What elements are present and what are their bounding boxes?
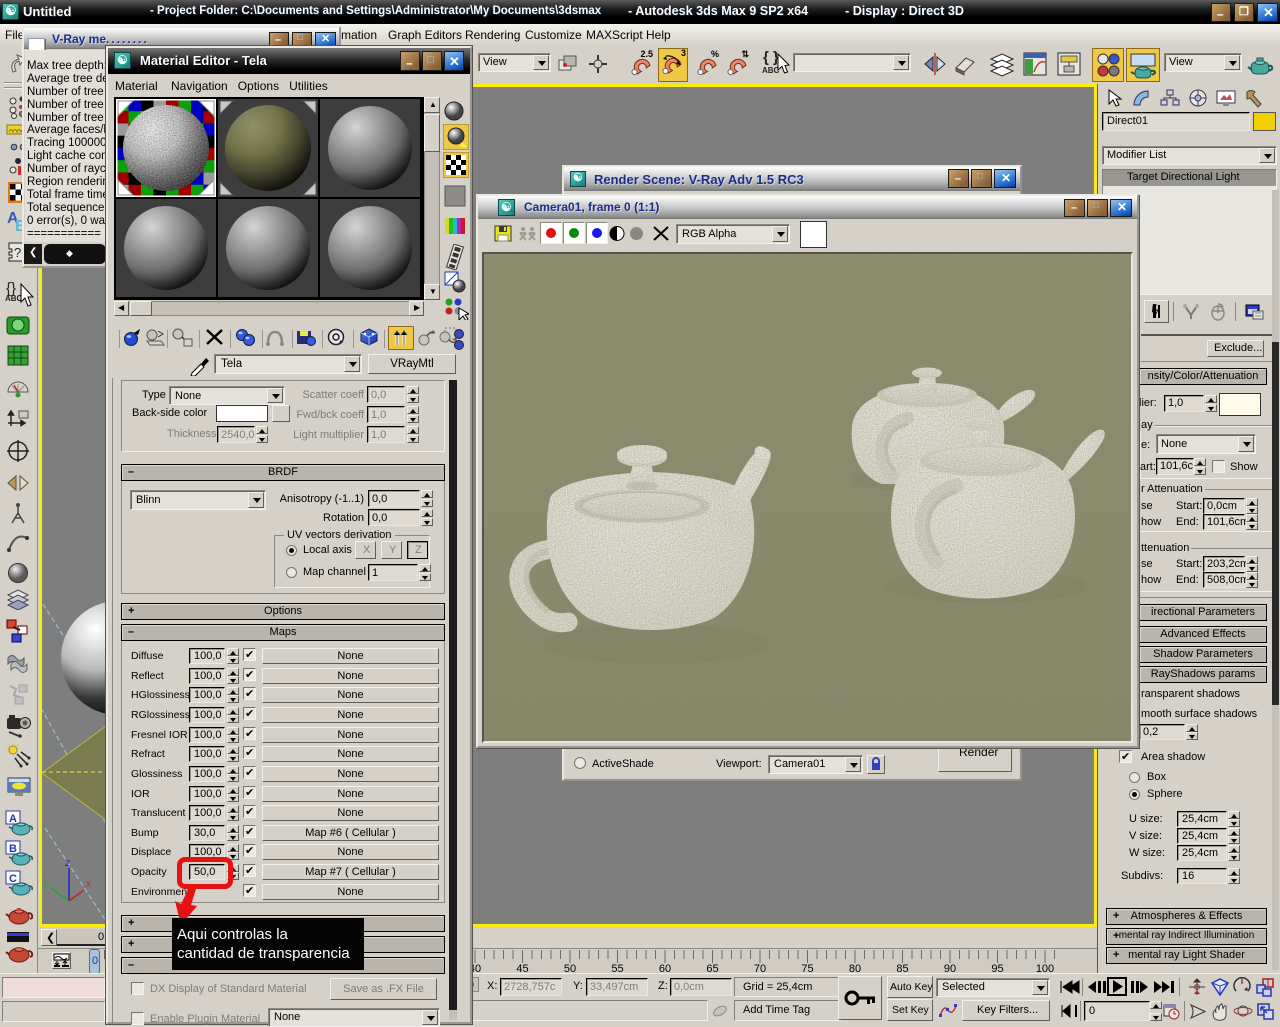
svg-text:x: x xyxy=(85,879,92,890)
svg-text:55: 55 xyxy=(611,963,623,973)
svg-text:z: z xyxy=(64,858,70,869)
svg-text:65: 65 xyxy=(706,963,718,973)
svg-text:?: ? xyxy=(14,245,21,260)
svg-text:y: y xyxy=(43,877,50,888)
svg-text:50: 50 xyxy=(564,963,576,973)
svg-text:B: B xyxy=(9,843,17,855)
svg-text:90: 90 xyxy=(944,963,956,973)
svg-text:A: A xyxy=(9,813,17,825)
svg-text:70: 70 xyxy=(754,963,766,973)
svg-text:C: C xyxy=(9,873,17,885)
svg-text:75: 75 xyxy=(801,963,813,973)
svg-text:45: 45 xyxy=(516,963,528,973)
svg-text:95: 95 xyxy=(991,963,1003,973)
svg-text:100: 100 xyxy=(1036,963,1054,973)
svg-text:60: 60 xyxy=(659,963,671,973)
svg-text:85: 85 xyxy=(896,963,908,973)
svg-text:80: 80 xyxy=(849,963,861,973)
